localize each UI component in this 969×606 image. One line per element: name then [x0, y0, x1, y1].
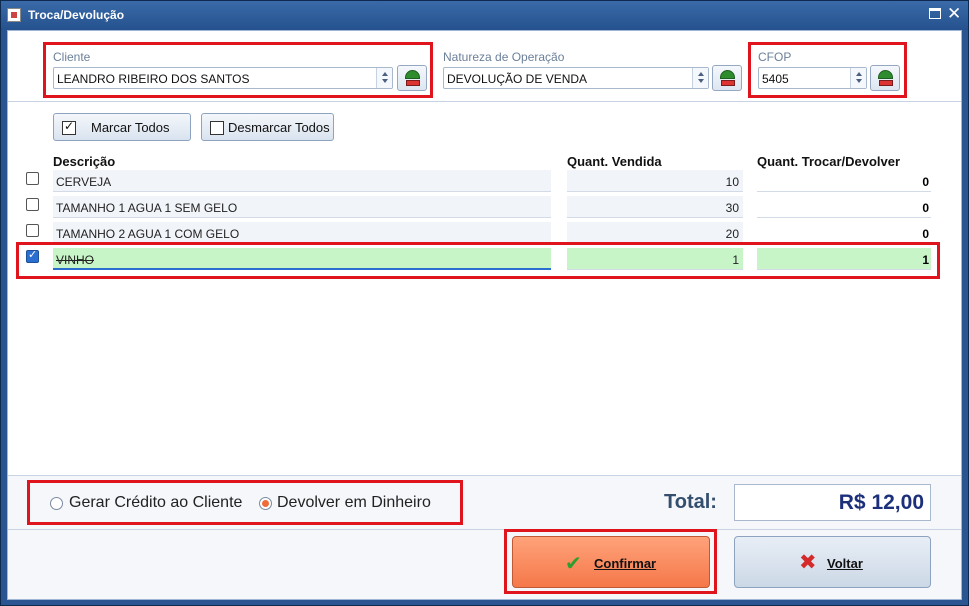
natureza-combo[interactable]: DEVOLUÇÃO DE VENDA: [443, 67, 709, 89]
back-button[interactable]: ✖ Voltar: [734, 536, 931, 588]
cfop-combo[interactable]: 5405: [758, 67, 867, 89]
row-sold: 30: [567, 196, 743, 218]
check-icon: ✔: [565, 551, 582, 575]
lookup-bar-icon: [406, 80, 420, 86]
dialog-body: Cliente LEANDRO RIBEIRO DOS SANTOS Natur…: [7, 30, 962, 600]
column-header-sold: Quant. Vendida: [567, 154, 662, 169]
row-return-input[interactable]: 0: [757, 222, 931, 244]
unmark-all-button[interactable]: Desmarcar Todos: [201, 113, 334, 141]
checkbox-checked-icon: ✓: [62, 119, 76, 135]
cfop-lookup-button[interactable]: [870, 65, 900, 91]
row-return-input[interactable]: 1: [757, 248, 931, 270]
header-panel: Cliente LEANDRO RIBEIRO DOS SANTOS Natur…: [8, 31, 961, 102]
row-checkbox[interactable]: [26, 198, 39, 211]
row-sold: 1: [567, 248, 743, 270]
close-x-icon: ✖: [799, 550, 817, 574]
cliente-combo[interactable]: LEANDRO RIBEIRO DOS SANTOS: [53, 67, 393, 89]
column-header-return: Quant. Trocar/Devolver: [757, 154, 901, 169]
footer-divider: [8, 529, 961, 530]
total-label: Total:: [664, 491, 717, 513]
row-description[interactable]: CERVEJA: [53, 170, 551, 192]
natureza-spin-icon[interactable]: [692, 68, 708, 88]
lookup-bar-icon: [721, 80, 735, 86]
credit-radio[interactable]: [50, 497, 63, 510]
checkbox-empty-icon: [210, 121, 224, 135]
row-description[interactable]: TAMANHO 1 AGUA 1 SEM GELO: [53, 196, 551, 218]
row-return-input[interactable]: 0: [757, 196, 931, 218]
cliente-lookup-button[interactable]: [397, 65, 427, 91]
cash-radio[interactable]: [259, 497, 272, 510]
natureza-lookup-button[interactable]: [712, 65, 742, 91]
credit-label[interactable]: Gerar Crédito ao Cliente: [69, 494, 242, 512]
cliente-value: LEANDRO RIBEIRO DOS SANTOS: [57, 72, 250, 86]
confirm-button[interactable]: ✔ Confirmar: [512, 536, 710, 588]
cfop-label: CFOP: [758, 50, 792, 64]
confirm-label: Confirmar: [594, 556, 657, 571]
lookup-icon: [878, 70, 893, 79]
cliente-spin-icon[interactable]: [376, 68, 392, 88]
mark-all-button[interactable]: ✓ Marcar Todos: [53, 113, 191, 141]
title-bar[interactable]: Troca/Devolução ✕: [1, 1, 968, 30]
row-checkbox[interactable]: [26, 248, 39, 263]
lookup-bar-icon: [879, 80, 893, 86]
natureza-value: DEVOLUÇÃO DE VENDA: [447, 72, 588, 86]
natureza-label: Natureza de Operação: [443, 50, 565, 64]
row-description[interactable]: VINHO: [53, 248, 551, 270]
cash-label[interactable]: Devolver em Dinheiro: [277, 494, 431, 512]
lookup-icon: [405, 70, 420, 79]
row-sold: 10: [567, 170, 743, 192]
close-icon[interactable]: ✕: [947, 4, 961, 24]
window: Troca/Devolução ✕ Cliente LEANDRO RIBEIR…: [0, 0, 969, 606]
app-icon: [7, 8, 21, 22]
unmark-all-label: Desmarcar Todos: [228, 120, 330, 135]
window-title: Troca/Devolução: [28, 8, 125, 22]
row-checkbox[interactable]: [26, 172, 39, 185]
row-return-input[interactable]: 0: [757, 170, 931, 192]
mark-all-label: Marcar Todos: [91, 120, 170, 135]
cfop-value: 5405: [762, 72, 789, 86]
row-checkbox[interactable]: [26, 224, 39, 237]
total-value: R$ 12,00: [838, 491, 924, 514]
lookup-icon: [720, 70, 735, 79]
cfop-spin-icon[interactable]: [850, 68, 866, 88]
column-header-description: Descrição: [53, 154, 116, 169]
row-description[interactable]: TAMANHO 2 AGUA 1 COM GELO: [53, 222, 551, 244]
maximize-icon[interactable]: [929, 8, 941, 19]
back-label: Voltar: [827, 556, 863, 571]
cliente-label: Cliente: [53, 50, 91, 64]
row-sold: 20: [567, 222, 743, 244]
total-box: R$ 12,00: [734, 484, 931, 521]
